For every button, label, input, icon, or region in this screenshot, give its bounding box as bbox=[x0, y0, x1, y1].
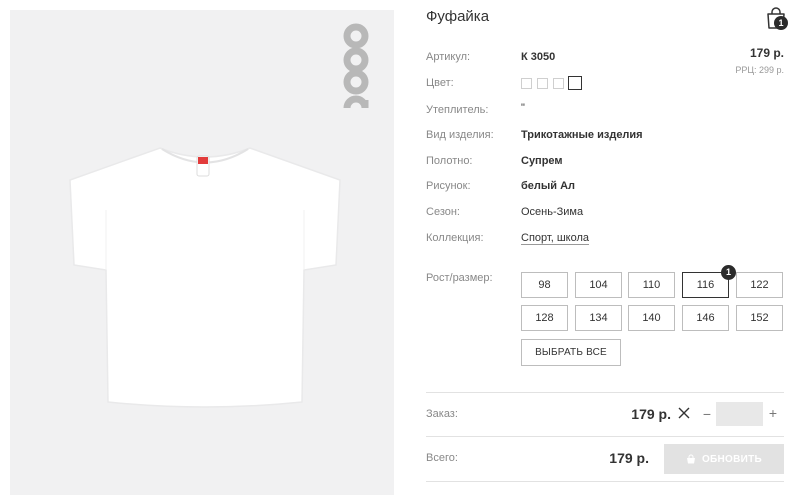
plus-icon[interactable]: + bbox=[766, 405, 780, 421]
size-option[interactable]: 104 bbox=[575, 272, 622, 298]
minus-icon[interactable]: − bbox=[700, 406, 714, 422]
color-swatch[interactable] bbox=[553, 78, 564, 89]
rrp-price: РРЦ: 299 р. bbox=[735, 65, 784, 75]
fabric-value: Супрем bbox=[521, 155, 563, 167]
close-icon[interactable] bbox=[677, 406, 691, 420]
size-option[interactable]: 110 bbox=[628, 272, 675, 298]
article-label: Артикул: bbox=[426, 51, 471, 63]
total-price: 179 р. bbox=[609, 450, 649, 466]
size-option[interactable]: 134 bbox=[575, 305, 622, 331]
product-title: Фуфайка bbox=[426, 8, 490, 25]
order-label: Заказ: bbox=[426, 408, 458, 420]
brand-logo bbox=[343, 23, 369, 109]
size-option[interactable]: 146 bbox=[682, 305, 729, 331]
divider bbox=[426, 481, 784, 482]
size-option[interactable]: 152 bbox=[736, 305, 783, 331]
color-label: Цвет: bbox=[426, 77, 454, 89]
quantity-input[interactable] bbox=[716, 402, 763, 426]
size-option[interactable]: 128 bbox=[521, 305, 568, 331]
select-all-button[interactable]: ВЫБРАТЬ ВСЕ bbox=[521, 339, 621, 366]
order-price: 179 р. bbox=[631, 406, 671, 422]
color-swatch[interactable] bbox=[537, 78, 548, 89]
divider bbox=[426, 392, 784, 393]
color-swatch-selected[interactable] bbox=[568, 76, 582, 90]
product-image bbox=[69, 147, 341, 408]
item-type-label: Вид изделия: bbox=[426, 129, 494, 141]
size-option[interactable]: 122 bbox=[736, 272, 783, 298]
pattern-value: белый Ал bbox=[521, 180, 576, 192]
update-button[interactable]: ОБНОВИТЬ bbox=[664, 444, 784, 474]
collection-label: Коллекция: bbox=[426, 232, 484, 244]
size-label: Рост/размер: bbox=[426, 272, 493, 284]
collection-link[interactable]: Спорт, школа bbox=[521, 232, 589, 244]
article-value: К 3050 bbox=[521, 51, 556, 63]
size-option[interactable]: 98 bbox=[521, 272, 568, 298]
cart-count-badge: 1 bbox=[774, 16, 788, 30]
item-type-value: Трикотажные изделия bbox=[521, 129, 643, 141]
pattern-label: Рисунок: bbox=[426, 180, 471, 192]
total-label: Всего: bbox=[426, 452, 458, 464]
size-quantity-badge: 1 bbox=[721, 265, 736, 280]
insulation-label: Утеплитель: bbox=[426, 104, 489, 116]
season-label: Сезон: bbox=[426, 206, 460, 218]
divider bbox=[426, 436, 784, 437]
insulation-value: " bbox=[521, 102, 525, 114]
color-swatch[interactable] bbox=[521, 78, 532, 89]
update-button-label: ОБНОВИТЬ bbox=[701, 453, 763, 465]
fabric-label: Полотно: bbox=[426, 155, 473, 167]
basket-icon bbox=[686, 454, 695, 464]
season-value: Осень-Зима bbox=[521, 206, 584, 218]
size-option[interactable]: 140 bbox=[628, 305, 675, 331]
unit-price: 179 р. bbox=[749, 46, 784, 60]
